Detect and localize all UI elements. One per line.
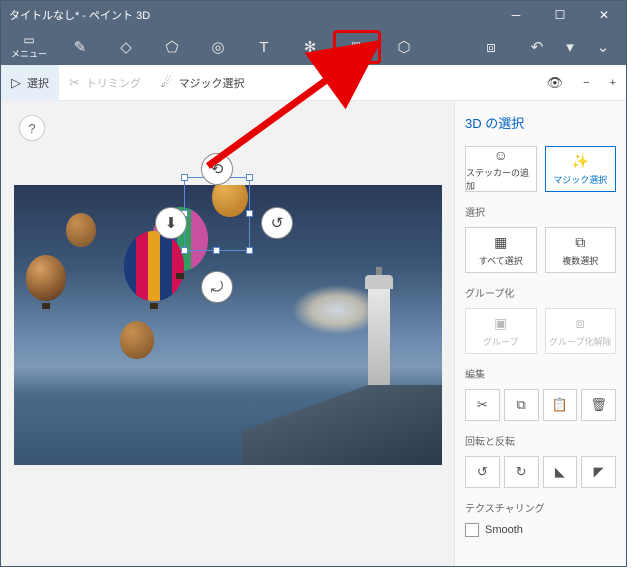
eye-icon: 👁 [547,75,564,91]
more-button[interactable]: ▾ [560,29,580,65]
edit-section-label: 編集 [465,366,616,381]
3d-shapes-tool[interactable]: ⬠ [149,29,195,65]
menu-label: メニュー [11,47,47,60]
canvas-tool[interactable]: ⧉ [333,30,381,64]
undo-button[interactable]: ↶ [514,29,560,65]
window-title: タイトルなし* - ペイント 3D [1,7,494,23]
expand-button[interactable]: ⌄ [580,29,626,65]
effects-tool[interactable]: ✻ [287,29,333,65]
select-all-button[interactable]: ▦すべて選択 [465,227,537,273]
sidebar-title: 3D の選択 [465,113,616,132]
zoom-out-button[interactable]: − [573,65,599,101]
rocks [242,385,442,465]
texture-section-label: テクスチャリング [465,500,616,515]
depth-handle[interactable]: ⬇ [155,207,187,239]
canvas-area[interactable]: ? ⟲ ⬇ ↺ ⤾ [1,101,454,566]
ungroup-button: ⧈グループ化解除 [545,308,617,354]
rotate-z-handle[interactable]: ⟲ [201,153,233,185]
ungroup-icon: ⧈ [576,315,585,332]
cursor-icon: ▷ [11,75,21,91]
crop-icon: ✂ [69,75,80,91]
help-button[interactable]: ? [19,115,45,141]
rotate-section-label: 回転と反転 [465,433,616,448]
rotate-x-handle[interactable]: ⤾ [201,271,233,303]
resize-handle[interactable] [181,247,188,254]
crop-tool[interactable]: ✂ トリミング [59,65,151,101]
resize-handle[interactable] [246,247,253,254]
balloon [26,255,66,301]
close-button[interactable]: ✕ [582,1,626,29]
select-section-label: 選択 [465,204,616,219]
select-all-icon: ▦ [494,234,507,251]
folder-icon: ▭ [23,34,34,46]
resize-handle[interactable] [246,210,253,217]
brushes-tool[interactable]: ✎ [57,29,103,65]
resize-handle[interactable] [246,174,253,181]
checkbox-icon [465,523,479,537]
select-tool[interactable]: ▷ 選択 [1,65,59,101]
view-3d-button[interactable]: 👁 [537,65,574,101]
history-tool[interactable]: ⧈ [468,29,514,65]
minimize-button[interactable]: ─ [494,1,538,29]
sidebar: 3D の選択 ☺ステッカーの追加 ✨マジック選択 選択 ▦すべて選択 ⧉複数選択… [454,101,626,566]
smooth-checkbox[interactable]: Smooth [465,523,616,537]
paste-button[interactable]: 📋 [543,389,578,421]
magic-icon: ☄ [161,75,173,91]
group-button: ▣グループ [465,308,537,354]
balloon [124,231,184,301]
text-tool[interactable]: T [241,29,287,65]
rotate-right-button[interactable]: ↻ [504,456,539,488]
menu-button[interactable]: ▭ メニュー [1,34,57,60]
magic-icon: ✨ [572,153,589,170]
maximize-button[interactable]: ☐ [538,1,582,29]
magic-select-tool[interactable]: ☄ マジック選択 [151,65,255,101]
flip-horizontal-button[interactable]: ◣ [543,456,578,488]
cut-button[interactable]: ✂ [465,389,500,421]
rotate-y-handle[interactable]: ↺ [261,207,293,239]
copy-button[interactable]: ⧉ [504,389,539,421]
magic-select-button[interactable]: ✨マジック選択 [545,146,617,192]
multi-select-icon: ⧉ [575,234,585,251]
flip-vertical-button[interactable]: ◤ [581,456,616,488]
balloon [66,213,96,247]
lighthouse [368,285,390,385]
delete-button[interactable]: 🗑 [581,389,616,421]
group-section-label: グループ化 [465,285,616,300]
balloon [120,321,154,359]
zoom-in-button[interactable]: + [600,65,626,101]
3d-library-tool[interactable]: ⬡ [381,29,427,65]
add-sticker-button[interactable]: ☺ステッカーの追加 [465,146,537,192]
multi-select-button[interactable]: ⧉複数選択 [545,227,617,273]
selection-box[interactable] [184,177,250,251]
stickers-tool[interactable]: ◎ [195,29,241,65]
sticker-icon: ☺ [494,147,508,163]
resize-handle[interactable] [181,174,188,181]
resize-handle[interactable] [213,247,220,254]
2d-shapes-tool[interactable]: ◇ [103,29,149,65]
rotate-left-button[interactable]: ↺ [465,456,500,488]
group-icon: ▣ [494,315,507,332]
